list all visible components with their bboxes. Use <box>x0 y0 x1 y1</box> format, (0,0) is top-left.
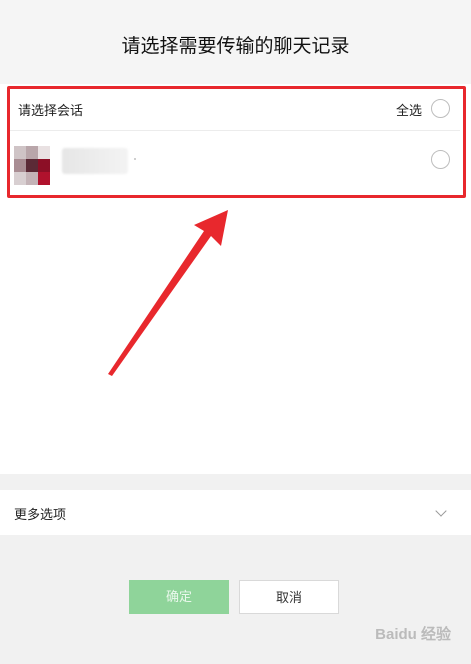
contact-row[interactable] <box>10 132 460 190</box>
session-list-header: 请选择会话 全选 <box>10 90 460 131</box>
cancel-button[interactable]: 取消 <box>239 580 339 614</box>
contact-avatar <box>14 146 50 185</box>
confirm-button[interactable]: 确定 <box>129 580 229 614</box>
more-options-label: 更多选项 <box>14 507 67 522</box>
contact-name-blurred <box>62 148 128 174</box>
session-list-header-label: 请选择会话 <box>18 103 84 118</box>
dialog-title: 请选择需要传输的聊天记录 <box>0 0 471 92</box>
more-options-row[interactable]: 更多选项 <box>0 490 471 535</box>
baidu-jingyan-watermark: Baidu 经验 <box>375 626 451 643</box>
contact-name-blur-dot <box>134 158 136 160</box>
select-all-radio[interactable] <box>431 99 450 118</box>
select-all-label[interactable]: 全选 <box>396 100 422 119</box>
contact-select-radio[interactable] <box>431 150 450 169</box>
chevron-down-icon <box>435 505 447 517</box>
